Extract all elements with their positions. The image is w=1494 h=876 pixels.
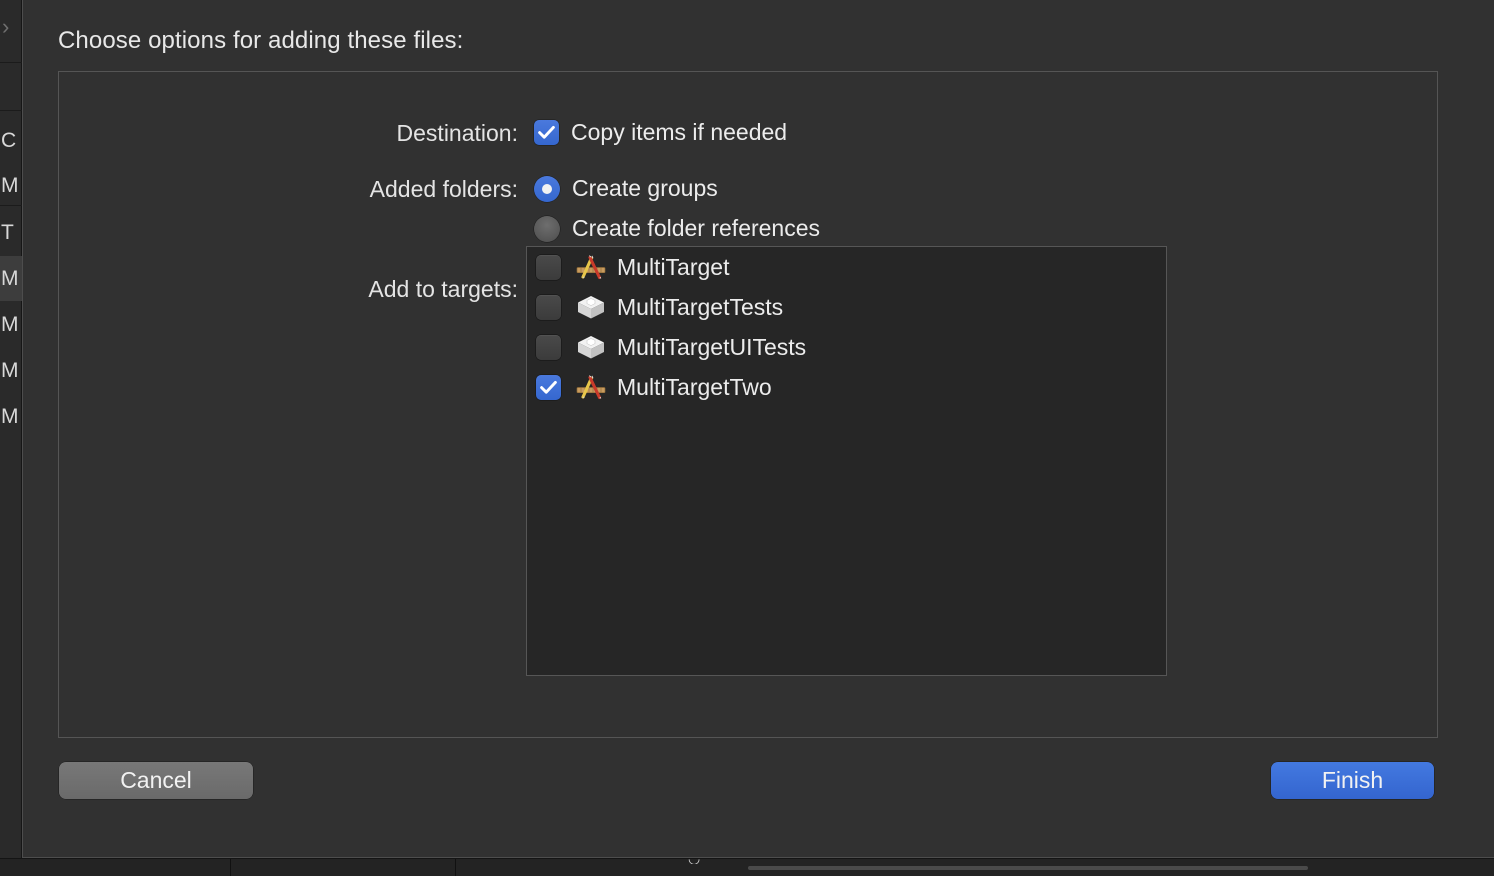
checkmark-icon [540, 380, 557, 394]
create-groups-label[interactable]: Create groups [572, 175, 718, 202]
navigator-row[interactable]: M [0, 394, 22, 439]
finish-button[interactable]: Finish [1271, 762, 1434, 799]
added-folders-label: Added folders: [369, 176, 518, 202]
navigator-row[interactable]: M [0, 302, 22, 347]
target-checkbox[interactable] [536, 294, 561, 320]
navigator-row[interactable]: C [0, 118, 22, 163]
target-name[interactable]: MultiTargetUITests [617, 334, 806, 361]
create-folder-references-radio[interactable] [534, 215, 560, 242]
test-bundle-icon [578, 336, 604, 359]
status-divider [455, 859, 456, 876]
navigator-row[interactable]: T [0, 210, 22, 255]
target-checkbox[interactable] [536, 374, 561, 400]
create-folder-references-row[interactable]: Create folder references [534, 215, 820, 242]
target-row[interactable]: MultiTargetUITests [527, 327, 1166, 367]
chevron-right-icon[interactable]: › [2, 14, 20, 40]
targets-list[interactable]: MultiTarget MultiTargetTests MultiTarget… [526, 246, 1167, 676]
status-progress-bar [748, 866, 1308, 870]
target-name[interactable]: MultiTargetTests [617, 294, 783, 321]
test-bundle-icon [578, 296, 604, 319]
target-checkbox[interactable] [536, 334, 561, 360]
target-name[interactable]: MultiTargetTwo [617, 374, 772, 401]
xcode-app-target-icon [576, 255, 606, 280]
xcode-app-target-icon [576, 375, 606, 400]
destination-label: Destination: [396, 120, 518, 146]
copy-items-label[interactable]: Copy items if needed [571, 119, 787, 146]
navigator-row-selected[interactable]: M [0, 256, 22, 301]
create-groups-radio[interactable] [534, 175, 560, 202]
sheet-title: Choose options for adding these files: [58, 27, 464, 54]
project-navigator-strip[interactable]: › C M T M M M M [0, 0, 22, 858]
add-files-options-sheet: Choose options for adding these files: D… [22, 0, 1494, 858]
navigator-row[interactable]: M [0, 348, 22, 393]
target-row[interactable]: MultiTargetTests [527, 287, 1166, 327]
status-divider [230, 859, 231, 876]
navigator-row[interactable]: M [0, 163, 22, 208]
target-name[interactable]: MultiTarget [617, 254, 729, 281]
target-row[interactable]: MultiTargetTwo [527, 367, 1166, 407]
copy-items-row[interactable]: Copy items if needed [534, 119, 787, 146]
checkmark-icon [538, 125, 555, 139]
target-row[interactable]: MultiTarget [527, 247, 1166, 287]
add-to-targets-label: Add to targets: [368, 276, 518, 302]
copy-items-checkbox[interactable] [534, 120, 559, 145]
target-checkbox[interactable] [536, 254, 561, 280]
create-folder-references-label[interactable]: Create folder references [572, 215, 820, 242]
create-groups-row[interactable]: Create groups [534, 175, 718, 202]
cancel-button[interactable]: Cancel [59, 762, 253, 799]
